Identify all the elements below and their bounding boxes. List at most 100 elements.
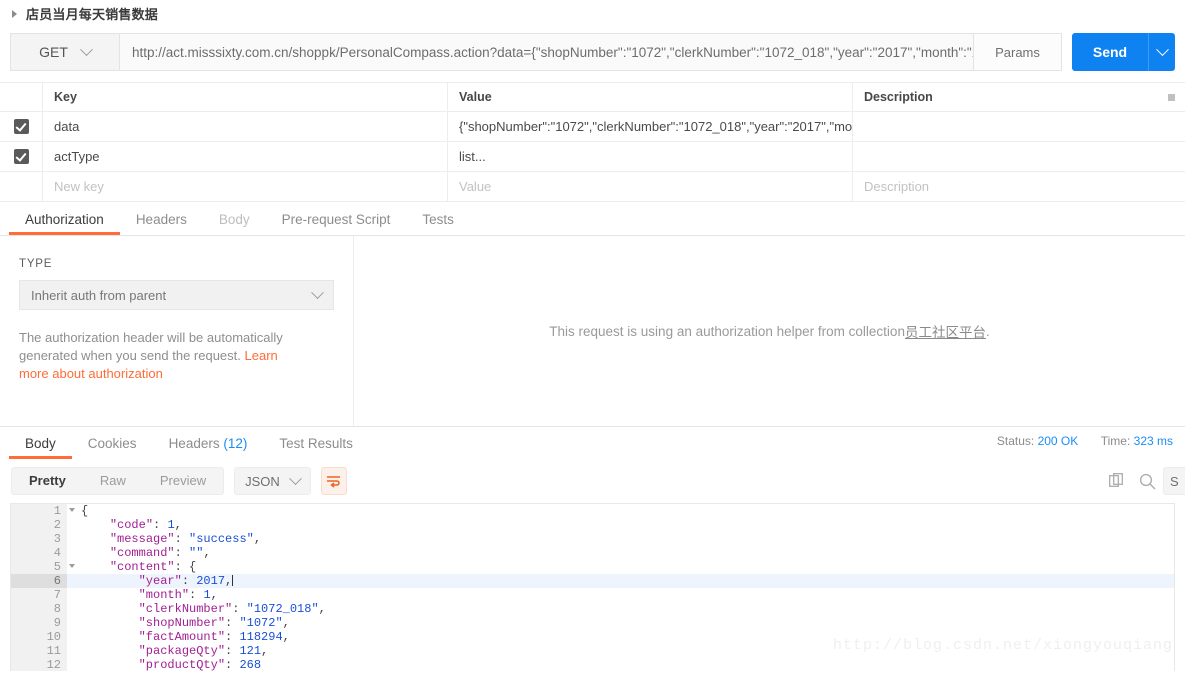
line-number: 2 [11,518,67,532]
response-meta: Status: 200 OK Time: 323 ms [997,434,1173,448]
fold-triangle-icon[interactable] [69,564,75,568]
auth-settings: TYPE Inherit auth from parent The author… [0,236,354,426]
code-content: "message": "success", [67,532,261,546]
line-number: 5 [11,560,75,574]
http-method-label: GET [39,44,68,60]
table-row: actType list... [0,142,1185,172]
disclosure-triangle-icon[interactable] [12,9,17,18]
send-options-button[interactable] [1148,33,1175,71]
search-button[interactable] [1132,467,1163,495]
line-number: 12 [11,658,67,671]
code-token: "code" [109,518,154,532]
url-input[interactable]: http://act.misssixty.com.cn/shoppk/Perso… [120,33,974,71]
code-token: 118294 [239,630,283,644]
auth-helper-text-before: This request is using an authorization h… [549,323,905,339]
response-tab-headers-label: Headers [168,436,220,451]
response-tab-body[interactable]: Body [9,428,72,459]
tab-tests[interactable]: Tests [406,204,470,235]
params-button[interactable]: Params [974,33,1062,71]
code-content: "month": 1, [67,588,218,602]
table-row-new: New key Value Description [0,172,1185,202]
param-key[interactable]: actType [43,149,447,164]
code-token: "packageQty" [138,644,226,658]
response-tab-test-results[interactable]: Test Results [263,428,369,459]
row-checkbox-cell[interactable] [0,149,42,164]
code-content: "packageQty": 121, [67,644,269,658]
response-actions: S [1101,467,1185,495]
save-response-button[interactable]: S [1163,467,1185,495]
authorization-panel: TYPE Inherit auth from parent The author… [0,236,1185,426]
view-mode-raw[interactable]: Raw [83,468,143,494]
code-token: "success" [189,532,254,546]
code-token: { [81,504,89,518]
code-token: , [282,630,290,644]
code-line: 7 "month": 1, [11,588,1174,602]
code-content: "factAmount": 118294, [67,630,290,644]
send-button[interactable]: Send [1072,33,1148,71]
param-value[interactable]: list... [448,149,852,164]
status-badge: 200 OK [1037,434,1079,448]
auth-note-text: The authorization header will be automat… [19,330,283,363]
new-value-input[interactable]: Value [448,179,852,194]
code-token: "1072" [239,616,283,630]
code-token: 1 [203,588,211,602]
new-description-input[interactable]: Description [853,179,1185,194]
view-mode-pretty[interactable]: Pretty [12,468,83,494]
tab-authorization[interactable]: Authorization [9,204,120,235]
checkbox-checked-icon[interactable] [13,149,29,164]
tab-headers[interactable]: Headers [120,204,203,235]
code-content: "content": { [67,560,196,574]
copy-button[interactable] [1101,467,1132,495]
response-tabs: Body Cookies Headers (12) Test Results S… [0,426,1185,459]
column-divider [852,112,853,141]
word-wrap-button[interactable] [320,467,347,495]
search-icon [1139,473,1156,489]
auth-helper-collection-link[interactable]: 员工社区平台 [905,321,986,341]
code-token: , [282,616,290,630]
params-table-header: Key Value Description [0,83,1185,112]
code-token: : { [174,560,197,574]
params-table: Key Value Description data {"shopNumber"… [0,82,1185,202]
code-token: "command" [109,546,175,560]
param-key[interactable]: data [43,119,447,134]
tab-body[interactable]: Body [203,204,266,235]
format-select[interactable]: JSON [234,467,311,495]
bulk-edit-icon[interactable] [1168,93,1175,101]
response-body-toolbar: Pretty Raw Preview JSON S [0,459,1185,503]
auth-helper-message: This request is using an authorization h… [354,236,1185,426]
new-key-input[interactable]: New key [43,179,447,194]
time-value: 323 ms [1133,434,1173,448]
http-method-selector[interactable]: GET [10,33,120,71]
chevron-down-icon [80,42,93,56]
checkbox-checked-icon[interactable] [13,119,29,134]
request-tabs: Authorization Headers Body Pre-request S… [0,204,1185,236]
copy-icon [1109,473,1123,487]
code-token: "month" [138,588,190,602]
code-line: 9 "shopNumber": "1072", [11,616,1174,630]
code-line: 1{ [11,504,1174,518]
chevron-down-icon [288,471,302,485]
code-token: : [189,588,204,602]
chevron-down-icon [311,285,324,299]
line-number: 8 [11,602,67,616]
code-token: "factAmount" [138,630,226,644]
request-title-bar: 店员当月每天销售数据 [0,0,1185,27]
code-token: "message" [109,532,175,546]
code-token: , [261,644,269,658]
response-tab-headers[interactable]: Headers (12) [153,428,264,459]
auth-type-select[interactable]: Inherit auth from parent [19,280,334,310]
tab-pre-request-script[interactable]: Pre-request Script [266,204,407,235]
code-token: 1 [167,518,175,532]
code-content: "command": "", [67,546,211,560]
row-checkbox-cell[interactable] [0,119,42,134]
code-line: 3 "message": "success", [11,532,1174,546]
code-token: "shopNumber" [138,616,226,630]
line-number: 3 [11,532,67,546]
view-mode-group: Pretty Raw Preview [11,467,225,495]
view-mode-preview[interactable]: Preview [143,468,223,494]
param-value[interactable]: {"shopNumber":"1072","clerkNumber":"1072… [448,119,852,134]
response-headers-count: (12) [223,436,248,451]
fold-triangle-icon[interactable] [69,508,75,512]
code-token: : [225,616,240,630]
response-tab-cookies[interactable]: Cookies [72,428,153,459]
